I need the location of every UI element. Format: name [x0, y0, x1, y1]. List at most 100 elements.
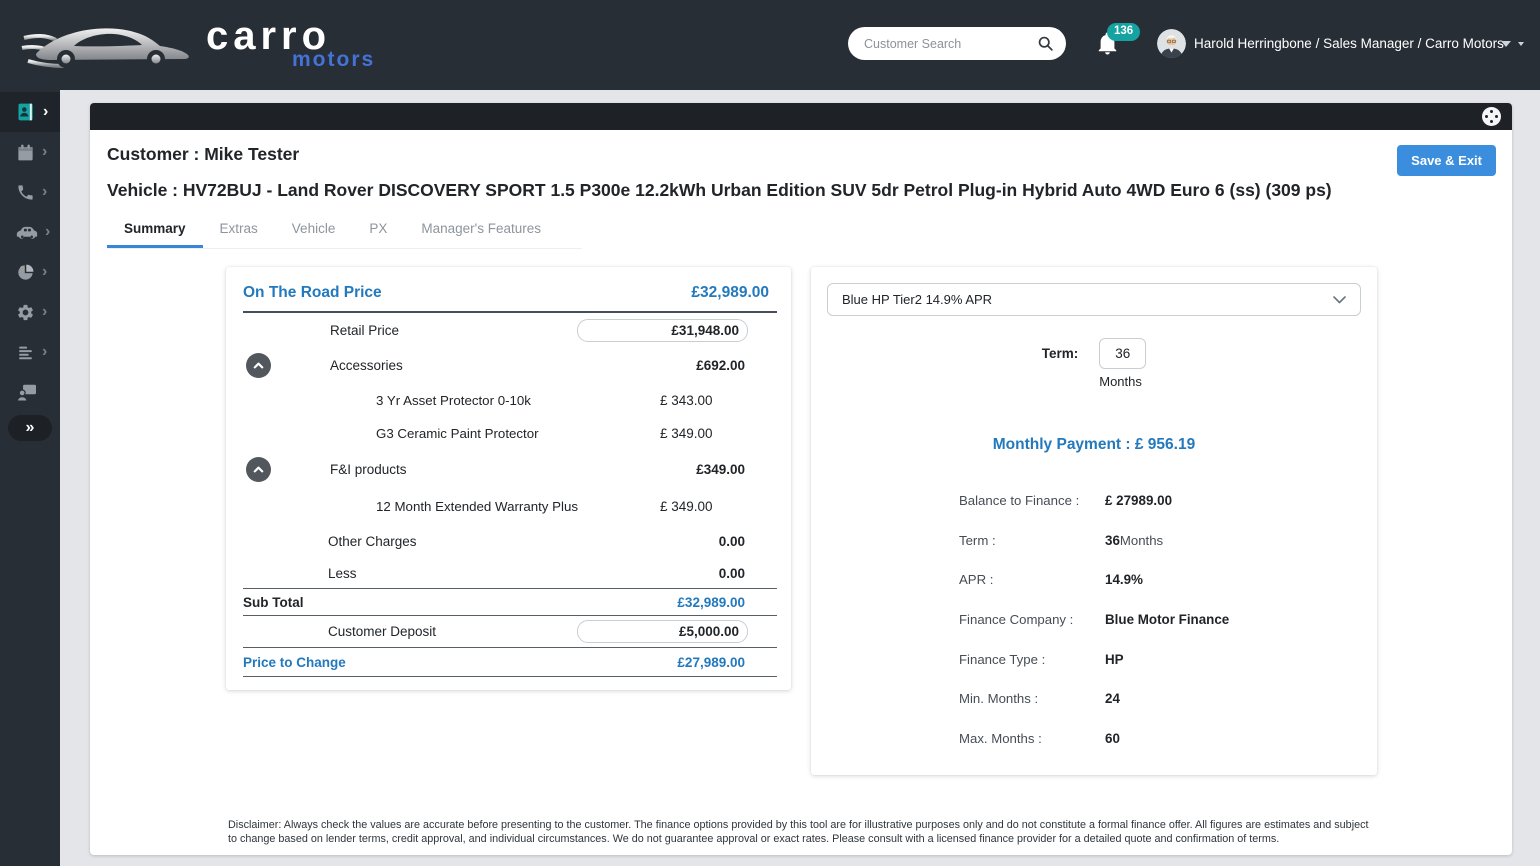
accessory-item-label: 3 Yr Asset Protector 0-10k: [376, 393, 531, 408]
otr-total-value: £32,989.00: [691, 284, 769, 302]
sub-total-value: £32,989.00: [677, 595, 777, 610]
caret-down-icon: [1501, 41, 1511, 47]
user-menu-toggle[interactable]: [1501, 41, 1524, 47]
monthly-payment-label: Monthly Payment :: [993, 436, 1131, 453]
detail-value: 24: [1105, 689, 1120, 709]
brand-wordmark: carro motors: [206, 17, 375, 72]
fni-item-label: 12 Month Extended Warranty Plus: [376, 499, 578, 514]
summary-cards: On The Road Price £32,989.00 Retail Pric…: [226, 267, 1377, 775]
sidebar-item-calls[interactable]: ›: [0, 172, 60, 212]
finance-detail-row: Max. Months : 60: [959, 729, 1377, 769]
sidebar-item-calendar[interactable]: ›: [0, 132, 60, 172]
vehicle-heading: Vehicle : HV72BUJ - Land Rover DISCOVERY…: [107, 180, 1332, 201]
phone-icon: [16, 183, 35, 202]
chevron-right-icon: ›: [42, 185, 47, 199]
detail-value: 60: [1105, 729, 1120, 749]
sidebar-item-reports[interactable]: ›: [0, 252, 60, 292]
price-card-header: On The Road Price £32,989.00: [243, 284, 777, 313]
retail-price-row: Retail Price: [243, 313, 777, 347]
accessory-item-row: 3 Yr Asset Protector 0-10k £ 343.00: [243, 383, 777, 418]
detail-label: Max. Months :: [959, 729, 1105, 749]
tab-px[interactable]: PX: [352, 214, 404, 248]
customer-deposit-row: Customer Deposit: [243, 616, 777, 648]
chevron-right-icon: ›: [42, 305, 47, 319]
tab-summary[interactable]: Summary: [107, 214, 203, 248]
list-icon: [16, 343, 35, 362]
sidebar-item-training[interactable]: [0, 372, 60, 412]
sub-total-label: Sub Total: [243, 595, 304, 610]
left-sidebar: › › › › ›: [0, 90, 60, 866]
fni-collapse-button[interactable]: [246, 457, 271, 482]
monthly-payment-value: £ 956.19: [1135, 436, 1195, 453]
deal-tabs: Summary Extras Vehicle PX Manager's Feat…: [107, 214, 582, 249]
customer-heading: Customer : Mike Tester: [107, 144, 299, 165]
term-input[interactable]: [1099, 338, 1146, 369]
main-content: Customer : Mike Tester Vehicle : HV72BUJ…: [60, 90, 1540, 866]
price-to-change-row: Price to Change £27,989.00: [243, 648, 777, 677]
less-label: Less: [328, 566, 357, 581]
widget-handle-icon[interactable]: [1482, 107, 1501, 126]
monthly-payment: Monthly Payment : £ 956.19: [811, 436, 1377, 454]
retail-price-label: Retail Price: [330, 323, 399, 338]
term-label: Term:: [1042, 338, 1079, 389]
finance-disclaimer: Disclaimer: Always check the values are …: [228, 819, 1374, 846]
other-charges-label: Other Charges: [328, 534, 417, 549]
finance-detail-row: APR : 14.9%: [959, 570, 1377, 610]
finance-card: Blue HP Tier2 14.9% APR Term: Months Mon…: [811, 267, 1377, 775]
accessory-item-label: G3 Ceramic Paint Protector: [376, 426, 539, 441]
other-charges-row: Other Charges 0.00: [243, 524, 777, 559]
car-icon: [16, 224, 38, 241]
tab-extras[interactable]: Extras: [203, 214, 275, 248]
chevron-right-icon: ›: [42, 145, 47, 159]
finance-detail-row: Term : 36 Months: [959, 531, 1377, 571]
calendar-icon: [16, 143, 35, 162]
detail-label: APR :: [959, 570, 1105, 590]
term-row: Term: Months: [811, 338, 1377, 389]
presenter-icon: [16, 383, 37, 402]
detail-value: 14.9%: [1105, 570, 1143, 590]
accessory-item-value: £ 349.00: [660, 426, 713, 441]
tab-managers-features[interactable]: Manager's Features: [404, 214, 558, 248]
finance-detail-row: Finance Type : HP: [959, 650, 1377, 690]
search-input[interactable]: [864, 37, 1037, 51]
detail-suffix: Months: [1120, 531, 1163, 551]
user-menu[interactable]: Harold Herringbone / Sales Manager / Car…: [1194, 36, 1504, 51]
accessories-collapse-button[interactable]: [246, 353, 271, 378]
sidebar-item-lists[interactable]: ›: [0, 332, 60, 372]
top-header: carro motors 136 Harold Herringbone / Sa…: [0, 0, 1540, 90]
detail-value: HP: [1105, 650, 1124, 670]
pie-chart-icon: [16, 263, 35, 282]
accessory-item-value: £ 343.00: [660, 393, 713, 408]
contacts-icon: [16, 102, 36, 122]
less-row: Less 0.00: [243, 559, 777, 589]
retail-price-input[interactable]: [577, 319, 748, 342]
user-avatar[interactable]: [1157, 29, 1186, 58]
on-the-road-price-card: On The Road Price £32,989.00 Retail Pric…: [226, 267, 791, 690]
chevron-right-icon: ›: [42, 265, 47, 279]
chevron-right-icon: ›: [45, 225, 50, 239]
sidebar-expand-button[interactable]: »: [8, 415, 52, 441]
customer-search[interactable]: [848, 27, 1066, 60]
caret-down-small-icon: [1518, 42, 1524, 46]
fni-item-row: 12 Month Extended Warranty Plus £ 349.00: [243, 489, 777, 524]
sidebar-item-settings[interactable]: ›: [0, 292, 60, 332]
tab-vehicle[interactable]: Vehicle: [275, 214, 353, 248]
panel-title-bar: [90, 103, 1512, 130]
save-exit-button[interactable]: Save & Exit: [1397, 145, 1496, 176]
chevron-up-icon: [252, 463, 265, 476]
detail-value: Blue Motor Finance: [1105, 610, 1229, 630]
search-icon[interactable]: [1037, 35, 1054, 52]
price-card-title: On The Road Price: [243, 284, 382, 302]
notification-count-badge: 136: [1107, 23, 1140, 41]
chevron-up-icon: [252, 359, 265, 372]
customer-deposit-input[interactable]: [577, 620, 748, 643]
brand-car-icon: [20, 14, 200, 74]
detail-label: Min. Months :: [959, 689, 1105, 709]
finance-detail-row: Min. Months : 24: [959, 689, 1377, 729]
finance-product-select[interactable]: Blue HP Tier2 14.9% APR: [827, 283, 1361, 316]
price-rows: Retail Price Accessories £692.00 3: [243, 313, 777, 677]
sidebar-item-vehicles[interactable]: ›: [0, 212, 60, 252]
accessory-item-row: G3 Ceramic Paint Protector £ 349.00: [243, 418, 777, 449]
sidebar-item-contacts[interactable]: ›: [0, 92, 60, 132]
accessories-label: Accessories: [330, 358, 403, 373]
